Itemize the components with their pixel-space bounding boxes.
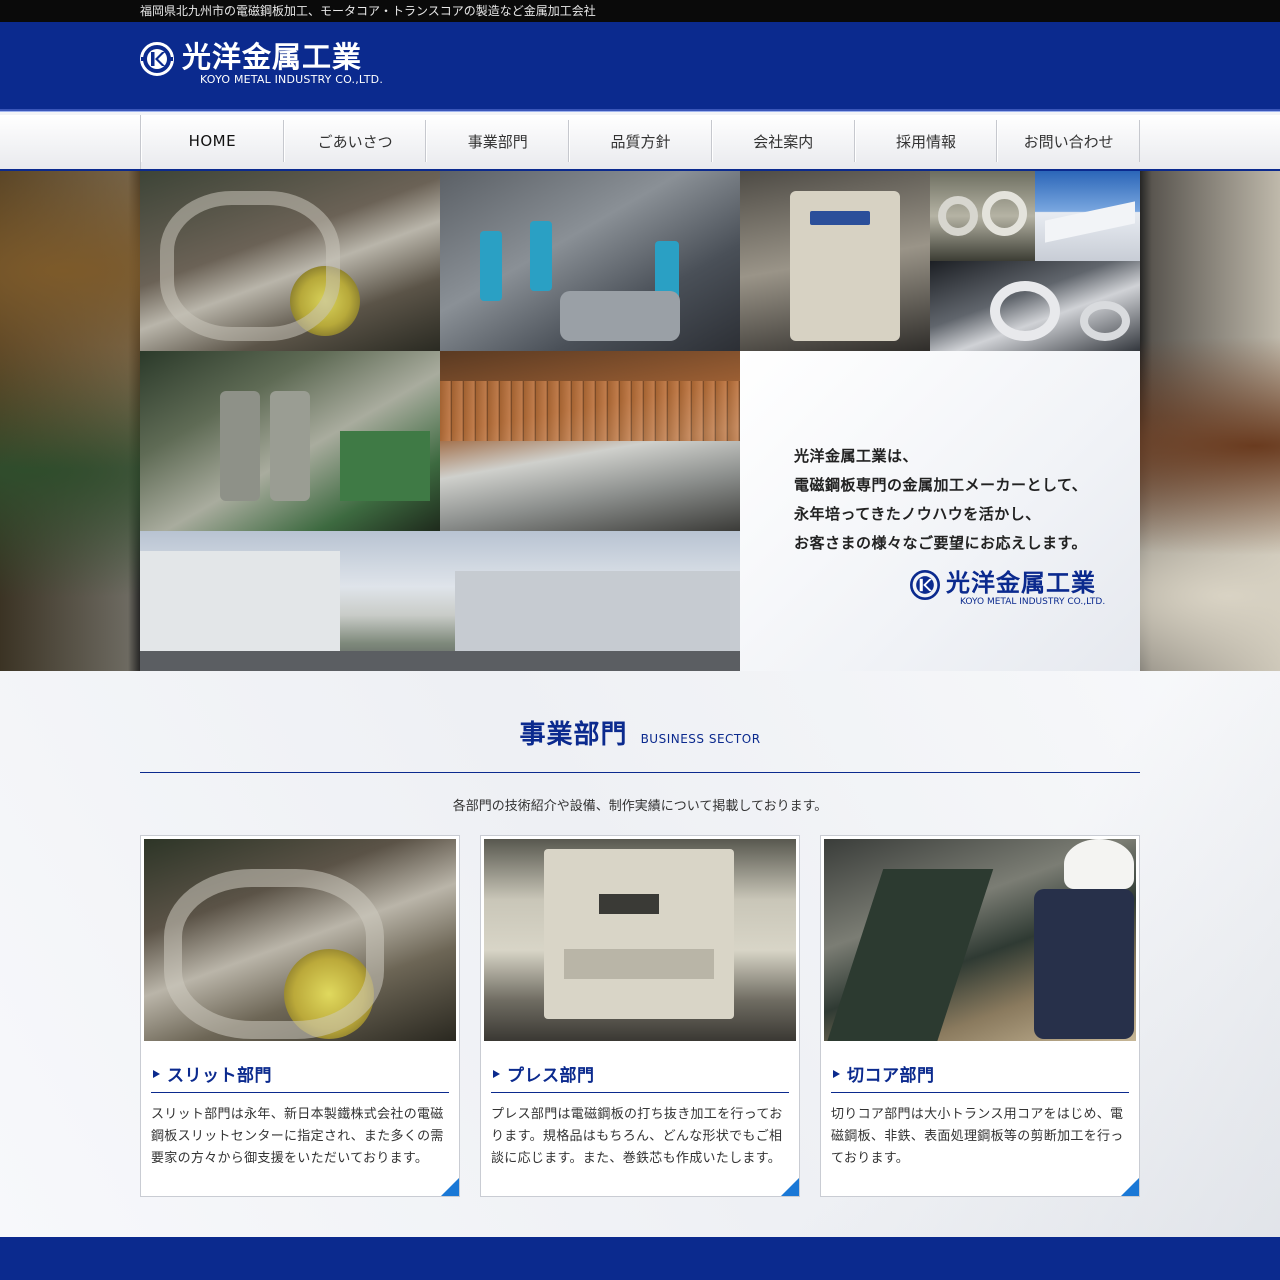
corner-link-icon[interactable] xyxy=(781,1178,799,1196)
site-logo[interactable]: 光洋金属工業 KOYO METAL INDUSTRY CO.,LTD. xyxy=(140,40,383,86)
card-title-row: スリット部門 xyxy=(151,1055,449,1093)
hero-logo-japanese: 光洋金属工業 xyxy=(946,569,1096,597)
photo-steel-coil-slitting xyxy=(140,171,440,351)
card-title: スリット部門 xyxy=(167,1066,272,1086)
photo-steel-coils xyxy=(930,171,1035,261)
nav-recruit[interactable]: 採用情報 xyxy=(854,120,998,162)
photo-company-sign xyxy=(1035,171,1140,261)
card-image-slit xyxy=(144,839,456,1041)
section-title-japanese: 事業部門 xyxy=(519,720,628,750)
corner-link-icon[interactable] xyxy=(1121,1178,1139,1196)
arrow-right-icon xyxy=(833,1069,840,1078)
top-tagline-bar: 福岡県北九州市の電磁鋼板加工、モータコア・トランスコアの製造など金属加工会社 xyxy=(0,0,1280,22)
photo-slitter-knives xyxy=(140,351,440,531)
hero-photo-mosaic: 光洋金属工業は、 電磁鋼板専門の金属加工メーカーとして、 永年培ってきたノウハウ… xyxy=(140,171,1140,671)
top-tagline: 福岡県北九州市の電磁鋼板加工、モータコア・トランスコアの製造など金属加工会社 xyxy=(140,4,596,18)
hero-message: 光洋金属工業は、 電磁鋼板専門の金属加工メーカーとして、 永年培ってきたノウハウ… xyxy=(794,442,1087,558)
hero-line-3: 永年培ってきたノウハウを活かし、 xyxy=(794,505,1041,523)
hero-message-panel: 光洋金属工業は、 電磁鋼板専門の金属加工メーカーとして、 永年培ってきたノウハウ… xyxy=(740,351,1140,671)
hero-line-1: 光洋金属工業は、 xyxy=(794,447,919,465)
card-title-row: 切コア部門 xyxy=(831,1055,1129,1093)
global-nav-bar: HOME ごあいさつ 事業部門 品質方針 会社案内 採用情報 お問い合わせ xyxy=(0,115,1280,171)
hero-logo-english: KOYO METAL INDUSTRY CO.,LTD. xyxy=(960,597,1106,607)
logo-english-name: KOYO METAL INDUSTRY CO.,LTD. xyxy=(200,73,384,86)
hero-logo: 光洋金属工業 KOYO METAL INDUSTRY CO.,LTD. xyxy=(910,569,1105,607)
photo-factory-exterior xyxy=(140,531,740,671)
footer-band xyxy=(0,1237,1280,1280)
card-slit-division[interactable]: スリット部門 スリット部門は永年、新日本製鐵株式会社の電磁鋼板スリットセンターに… xyxy=(140,835,460,1197)
photo-press-die-tooling xyxy=(440,171,740,351)
card-title: 切コア部門 xyxy=(847,1066,935,1086)
business-cards: スリット部門 スリット部門は永年、新日本製鐵株式会社の電磁鋼板スリットセンターに… xyxy=(140,835,1140,1197)
business-sector-section: 事業部門 BUSINESS SECTOR 各部門の技術紹介や設備、制作実績につい… xyxy=(0,671,1280,1237)
card-title: プレス部門 xyxy=(507,1066,595,1086)
card-press-division[interactable]: プレス部門 プレス部門は電磁鋼板の打ち抜き加工を行っております。規格品はもちろん… xyxy=(480,835,800,1197)
nav-business[interactable]: 事業部門 xyxy=(426,120,570,162)
card-text: スリット部門は永年、新日本製鐵株式会社の電磁鋼板スリットセンターに指定され、また… xyxy=(151,1107,444,1166)
card-text: 切りコア部門は大小トランス用コアをはじめ、電磁鋼板、非鉄、表面処理鋼板等の剪断加… xyxy=(831,1107,1124,1166)
hero-banner: 光洋金属工業は、 電磁鋼板専門の金属加工メーカーとして、 永年培ってきたノウハウ… xyxy=(0,171,1280,671)
hero-line-2: 電磁鋼板専門の金属加工メーカーとして、 xyxy=(794,476,1088,494)
section-divider xyxy=(140,772,1140,773)
nav-greeting[interactable]: ごあいさつ xyxy=(283,120,427,162)
card-title-row: プレス部門 xyxy=(491,1055,789,1093)
section-title-english: BUSINESS SECTOR xyxy=(640,732,761,746)
nav-quality-policy[interactable]: 品質方針 xyxy=(569,120,712,162)
nav-contact[interactable]: お問い合わせ xyxy=(997,120,1141,162)
nav-company[interactable]: 会社案内 xyxy=(711,120,855,162)
card-text: プレス部門は電磁鋼板の打ち抜き加工を行っております。規格品はもちろん、どんな形状… xyxy=(491,1107,783,1166)
koyo-emblem-icon xyxy=(140,42,174,76)
photo-press-machine-operator xyxy=(740,171,930,351)
section-description: 各部門の技術紹介や設備、制作実績について掲載しております。 xyxy=(452,799,828,814)
card-image-cut-core xyxy=(824,839,1136,1041)
photo-slit-strips xyxy=(440,351,740,531)
logo-japanese-name: 光洋金属工業 xyxy=(182,40,363,74)
site-header: 光洋金属工業 KOYO METAL INDUSTRY CO.,LTD. xyxy=(0,22,1280,112)
arrow-right-icon xyxy=(153,1069,160,1078)
koyo-emblem-icon xyxy=(910,570,940,600)
card-cut-core-division[interactable]: 切コア部門 切りコア部門は大小トランス用コアをはじめ、電磁鋼板、非鉄、表面処理鋼… xyxy=(820,835,1140,1197)
hero-line-4: お客さまの様々なご要望にお応えします。 xyxy=(794,534,1088,552)
card-image-press xyxy=(484,839,796,1041)
arrow-right-icon xyxy=(493,1069,500,1078)
photo-stamped-cores xyxy=(930,261,1140,351)
global-nav: HOME ごあいさつ 事業部門 品質方針 会社案内 採用情報 お問い合わせ xyxy=(140,115,1141,169)
corner-link-icon[interactable] xyxy=(441,1178,459,1196)
section-heading: 事業部門 BUSINESS SECTOR xyxy=(0,714,1280,751)
nav-home[interactable]: HOME xyxy=(141,120,284,162)
